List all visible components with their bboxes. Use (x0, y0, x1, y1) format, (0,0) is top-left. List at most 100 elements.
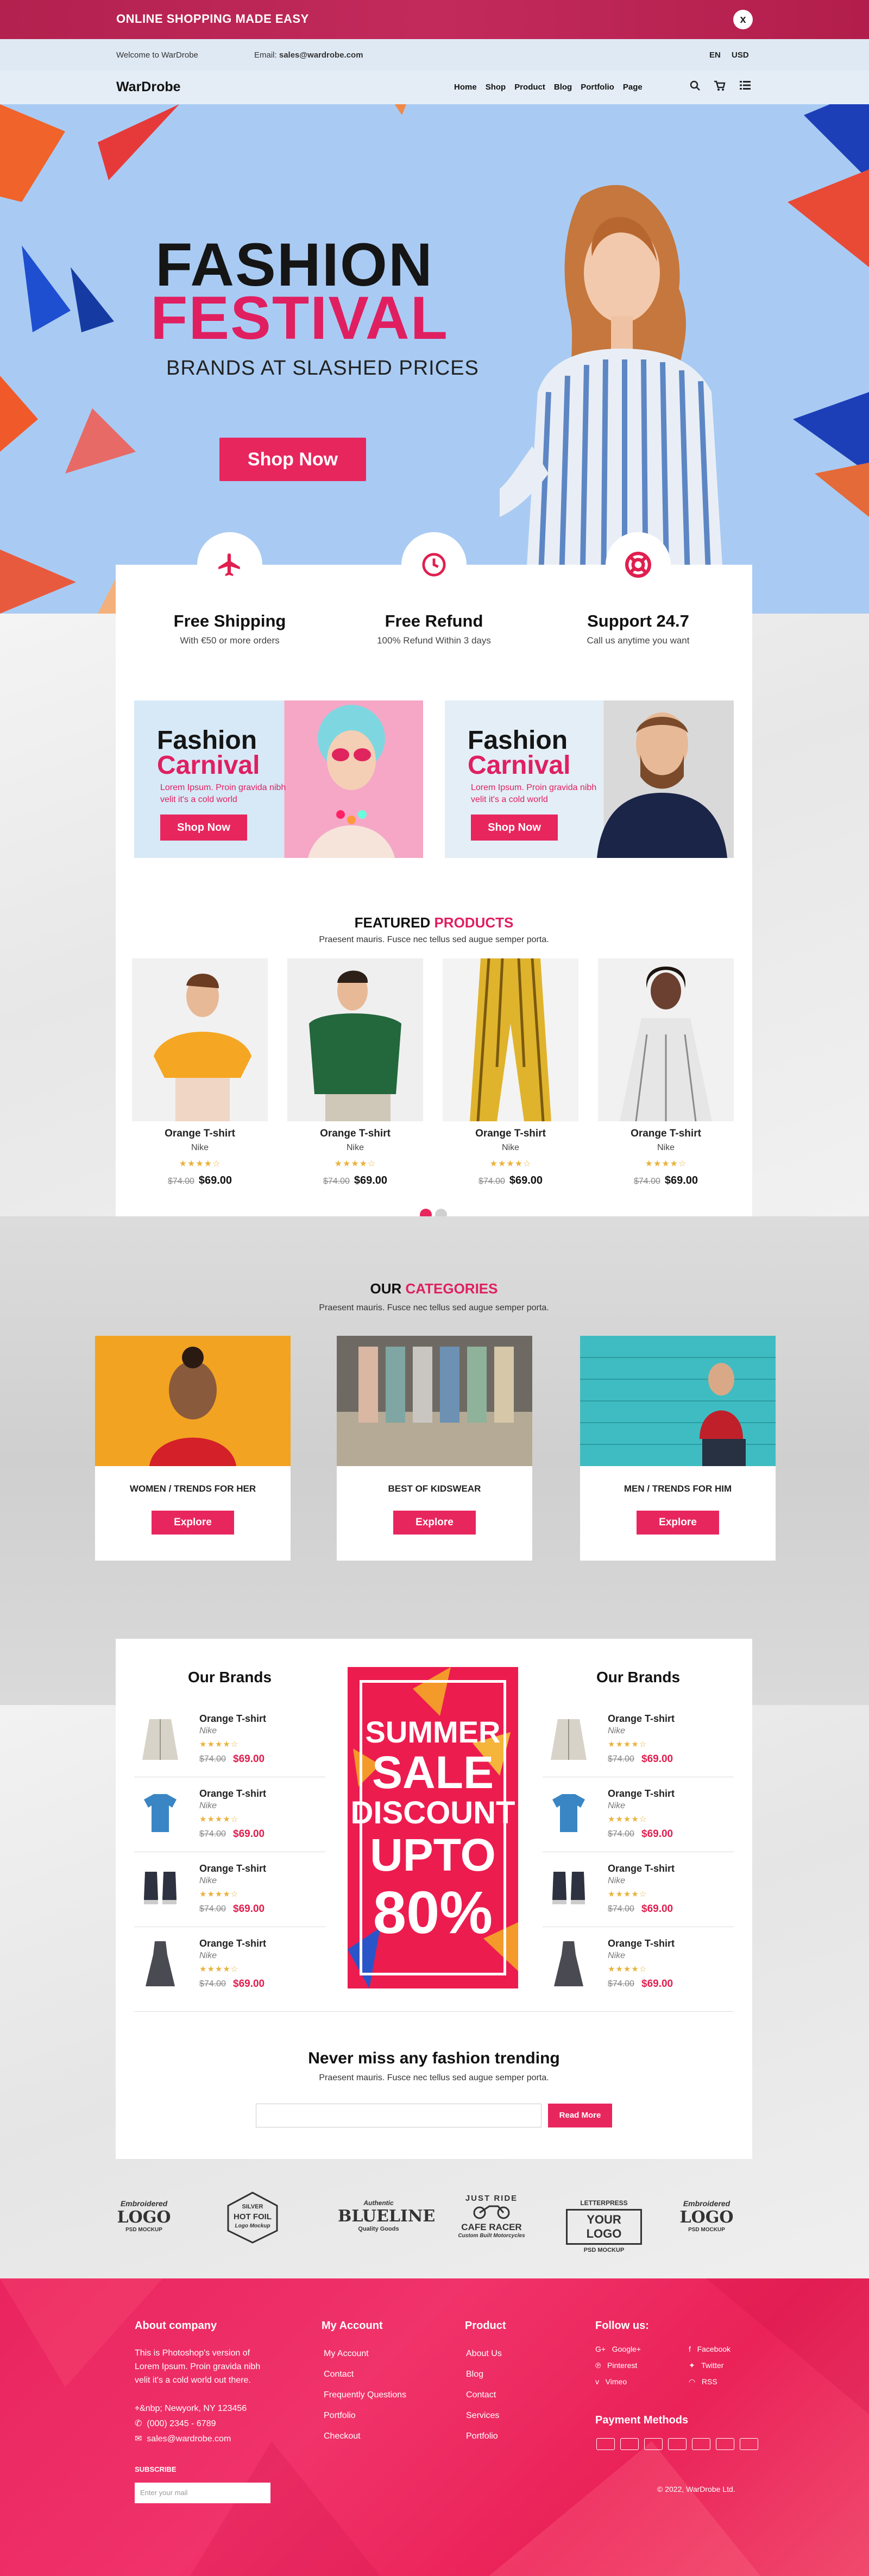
product-image[interactable] (287, 958, 423, 1121)
brand-thumb-tshirt[interactable] (543, 1785, 595, 1841)
email-text[interactable]: sales@wardrobe.com (147, 2434, 231, 2444)
nav-blog[interactable]: Blog (554, 83, 572, 92)
social-label: Google+ (612, 2345, 641, 2353)
product-name[interactable]: Orange T-shirt (598, 1128, 734, 1140)
nav-product[interactable]: Product (514, 83, 545, 92)
brand-item[interactable]: Orange T-shirt Nike ★★★★☆ $74.00 $69.00 (543, 1852, 734, 1927)
footer-link-portfolio[interactable]: Portfolio (466, 2426, 502, 2447)
language-selector[interactable]: EN (709, 50, 721, 60)
social-google-plus[interactable]: G+ Google+ (595, 2344, 641, 2356)
carnival-shop-now-button[interactable]: Shop Now (471, 815, 558, 841)
partner-logo[interactable]: SILVER HOT FOIL Logo Mockup (223, 2190, 282, 2247)
brand-item[interactable]: Orange T-shirt Nike ★★★★☆ $74.00 $69.00 (543, 1777, 734, 1852)
subscribe-email-input[interactable]: Enter your mail (135, 2483, 270, 2503)
footer-link-contact[interactable]: Contact (466, 2385, 502, 2405)
welcome-text: Welcome to WarDrobe (116, 50, 198, 60)
brand-item[interactable]: Orange T-shirt Nike ★★★★☆ $74.00 $69.00 (134, 1852, 325, 1927)
logo-line: SILVER (242, 2204, 263, 2210)
brand-item-name[interactable]: Orange T-shirt (608, 1938, 675, 1949)
partner-logo[interactable]: JUST RIDE CAFE RACER Custom Built Motorc… (451, 2194, 532, 2239)
brand-thumb-shoes[interactable] (543, 1860, 595, 1916)
logo-line: JUST RIDE (465, 2194, 518, 2203)
brand-thumb-shoes[interactable] (134, 1860, 186, 1916)
site-logo[interactable]: WarDrobe (116, 79, 181, 95)
newsletter-email-input[interactable] (256, 2104, 541, 2127)
category-image[interactable] (337, 1336, 532, 1466)
brand-item-name[interactable]: Orange T-shirt (608, 1788, 675, 1800)
nav-portfolio[interactable]: Portfolio (581, 83, 614, 92)
category-card-women[interactable]: WOMEN / TRENDS FOR HER Explore (95, 1336, 291, 1561)
brand-thumb-tshirt[interactable] (134, 1785, 186, 1841)
brand-item-name[interactable]: Orange T-shirt (199, 1863, 266, 1874)
footer-phone: ✆ (000) 2345 - 6789 (135, 2417, 216, 2431)
read-more-button[interactable]: Read More (548, 2104, 612, 2127)
info-bar: Welcome to WarDrobe Email: sales@wardrob… (0, 39, 869, 71)
product-image[interactable] (132, 958, 268, 1121)
brand-thumb-jacket[interactable] (134, 1710, 186, 1766)
carnival-shop-now-button[interactable]: Shop Now (160, 815, 247, 841)
product-image[interactable] (598, 958, 734, 1121)
brand-thumb-jacket[interactable] (543, 1710, 595, 1766)
explore-button[interactable]: Explore (152, 1511, 234, 1535)
product-name[interactable]: Orange T-shirt (287, 1128, 423, 1140)
shop-now-button[interactable]: Shop Now (219, 438, 366, 481)
product-card[interactable]: Orange T-shirt Nike ★★★★☆ $74.00 $69.00 (287, 958, 423, 1187)
brand-item-name[interactable]: Orange T-shirt (199, 1788, 266, 1800)
product-name[interactable]: Orange T-shirt (132, 1128, 268, 1140)
carnival-banner-women[interactable]: Fashion Carnival Lorem Ipsum. Proin grav… (134, 700, 423, 858)
close-promo-button[interactable]: x (733, 10, 753, 29)
footer-link-contact[interactable]: Contact (324, 2364, 406, 2385)
footer-link-my-account[interactable]: My Account (324, 2344, 406, 2364)
category-image[interactable] (580, 1336, 776, 1466)
cart-icon[interactable] (714, 80, 726, 94)
summer-sale-banner[interactable]: SUMMER SALE DISCOUNT UPTO 80% (348, 1667, 518, 1988)
brand-item-name[interactable]: Orange T-shirt (608, 1713, 675, 1725)
visa-icon (692, 2438, 710, 2450)
currency-selector[interactable]: USD (732, 50, 749, 60)
category-image[interactable] (95, 1336, 291, 1466)
footer-link-blog[interactable]: Blog (466, 2364, 502, 2385)
nav-home[interactable]: Home (454, 83, 477, 92)
product-card[interactable]: Orange T-shirt Nike ★★★★☆ $74.00 $69.00 (598, 958, 734, 1187)
brand-item-name[interactable]: Orange T-shirt (199, 1713, 266, 1725)
footer-link-services[interactable]: Services (466, 2405, 502, 2426)
search-icon[interactable] (690, 80, 701, 94)
brand-item[interactable]: Orange T-shirt Nike ★★★★☆ $74.00 $69.00 (543, 1927, 734, 2002)
product-card[interactable]: Orange T-shirt Nike ★★★★☆ $74.00 $69.00 (443, 958, 578, 1187)
feature-free-refund: Free Refund 100% Refund Within 3 days (336, 532, 532, 646)
menu-icon[interactable] (740, 80, 751, 93)
product-card[interactable]: Orange T-shirt Nike ★★★★☆ $74.00 $69.00 (132, 958, 268, 1187)
category-card-kids[interactable]: BEST OF KIDSWEAR Explore (337, 1336, 532, 1561)
category-card-men[interactable]: MEN / TRENDS FOR HIM Explore (580, 1336, 776, 1561)
brand-item-name[interactable]: Orange T-shirt (608, 1863, 675, 1874)
explore-button[interactable]: Explore (637, 1511, 719, 1535)
social-facebook[interactable]: f Facebook (689, 2344, 731, 2356)
brand-thumb-dress[interactable] (134, 1935, 186, 1991)
brand-item-name[interactable]: Orange T-shirt (199, 1938, 266, 1949)
product-image[interactable] (443, 958, 578, 1121)
carnival-banner-men[interactable]: Fashion Carnival Lorem Ipsum. Proin grav… (445, 700, 734, 858)
social-pinterest[interactable]: ℗ Pinterest (595, 2360, 637, 2372)
brand-item[interactable]: Orange T-shirt Nike ★★★★☆ $74.00 $69.00 (134, 1777, 325, 1852)
brand-thumb-dress[interactable] (543, 1935, 595, 1991)
social-twitter[interactable]: ✦ Twitter (689, 2360, 723, 2372)
product-name[interactable]: Orange T-shirt (443, 1128, 578, 1140)
footer-link-faq[interactable]: Frequently Questions (324, 2385, 406, 2405)
social-vimeo[interactable]: v Vimeo (595, 2376, 627, 2388)
partner-logo[interactable]: Embroidered LOGO PSD MOCKUP (671, 2199, 742, 2233)
explore-button[interactable]: Explore (393, 1511, 476, 1535)
footer-link-about-us[interactable]: About Us (466, 2344, 502, 2364)
brand-item[interactable]: Orange T-shirt Nike ★★★★☆ $74.00 $69.00 (134, 1702, 325, 1777)
partner-logo[interactable]: Authentic BLUELINE Quality Goods (338, 2199, 435, 2232)
old-price: $74.00 (323, 1177, 350, 1186)
social-rss[interactable]: ◠ RSS (689, 2376, 717, 2388)
footer-link-checkout[interactable]: Checkout (324, 2426, 406, 2447)
email-link[interactable]: sales@wardrobe.com (279, 50, 363, 60)
brand-item[interactable]: Orange T-shirt Nike ★★★★☆ $74.00 $69.00 (134, 1927, 325, 2002)
footer-link-portfolio[interactable]: Portfolio (324, 2405, 406, 2426)
partner-logo[interactable]: Embroidered LOGO PSD MOCKUP (109, 2199, 179, 2233)
nav-shop[interactable]: Shop (486, 83, 506, 92)
nav-page[interactable]: Page (623, 83, 643, 92)
partner-logo[interactable]: LETTERPRESS YOUR LOGO PSD MOCKUP (566, 2199, 642, 2253)
brand-item[interactable]: Orange T-shirt Nike ★★★★☆ $74.00 $69.00 (543, 1702, 734, 1777)
